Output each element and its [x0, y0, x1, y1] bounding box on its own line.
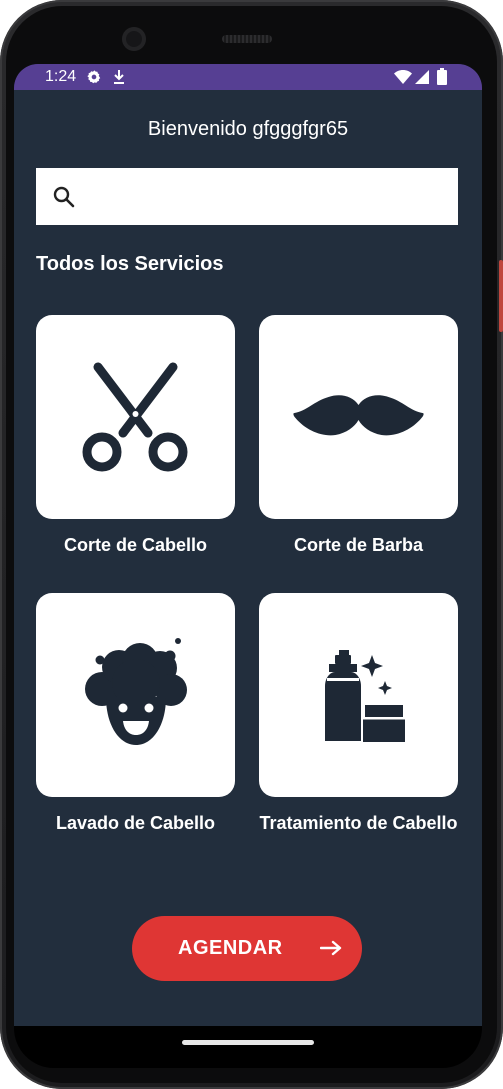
search-input[interactable] [92, 178, 446, 216]
power-button[interactable] [499, 260, 503, 332]
battery-icon [437, 68, 447, 90]
home-gesture-pill[interactable] [182, 1040, 314, 1045]
status-bar: 1:24 [14, 64, 482, 90]
arrow-right-icon [320, 940, 342, 956]
status-time: 1:24 [45, 68, 77, 85]
welcome-greeting: Bienvenido gfgggfgr65 [147, 118, 349, 140]
search-bar[interactable] [36, 168, 458, 225]
app-screen: 1:24 Bienvenido gfgggfgr65 Todos los Ser… [14, 64, 482, 1026]
earpiece-speaker [222, 35, 272, 43]
service-card-tratamiento-cabello[interactable] [259, 593, 458, 797]
service-label: Tratamiento de Cabello [259, 813, 458, 833]
hair-wash-icon [85, 638, 187, 745]
download-icon [112, 69, 126, 90]
section-title: Todos los Servicios [36, 253, 224, 275]
service-label: Corte de Barba [293, 535, 424, 555]
search-icon [53, 186, 75, 208]
service-label: Lavado de Cabello [55, 813, 216, 833]
hair-treatment-icon [325, 650, 406, 742]
scissors-icon [82, 362, 188, 472]
service-card-lavado-cabello[interactable] [36, 593, 235, 797]
wifi-icon [394, 69, 412, 90]
signal-icon [415, 69, 429, 90]
service-card-corte-barba[interactable] [259, 315, 458, 519]
service-label: Corte de Cabello [63, 535, 208, 555]
settings-gear-icon [86, 69, 102, 90]
service-card-corte-cabello[interactable] [36, 315, 235, 519]
agendar-button[interactable]: AGENDAR [132, 916, 362, 981]
front-camera [122, 27, 146, 51]
navigation-bar [14, 1026, 482, 1068]
agendar-button-label: AGENDAR [178, 937, 283, 959]
mustache-icon [293, 395, 424, 436]
